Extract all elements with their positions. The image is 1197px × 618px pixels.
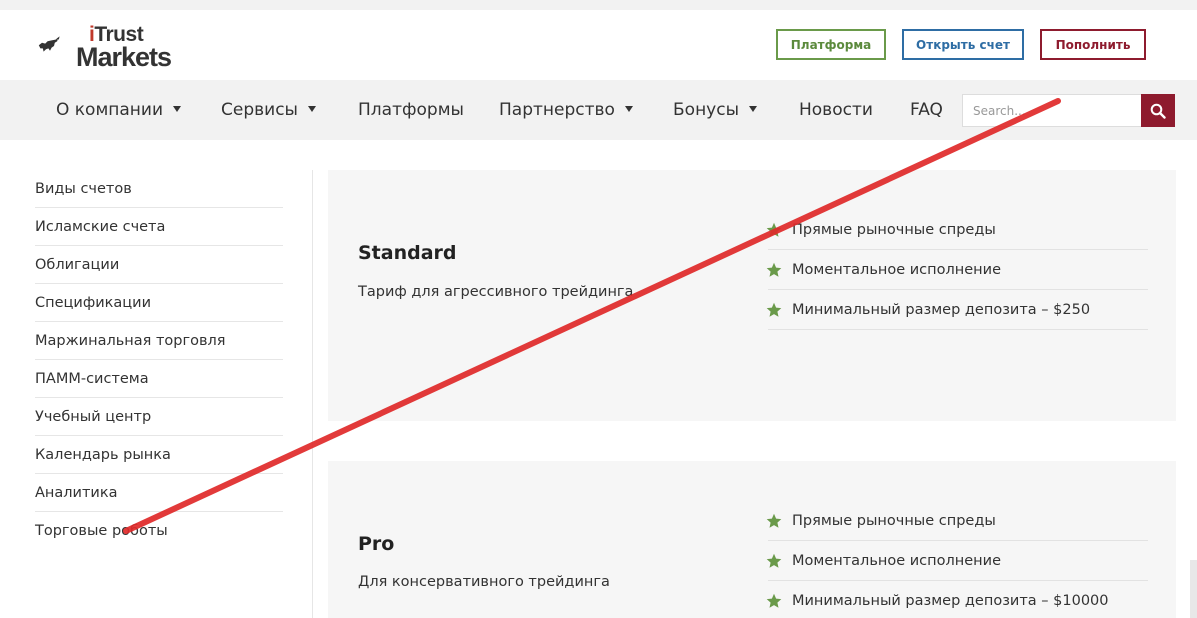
brand-logo[interactable]: iTrust Markets bbox=[38, 24, 188, 72]
feature-item: Моментальное исполнение bbox=[766, 250, 1148, 290]
top-strip bbox=[0, 0, 1197, 10]
search-icon bbox=[1150, 103, 1166, 119]
feature-item: Прямые рыночные спреды bbox=[766, 501, 1148, 541]
sidebar-item-education[interactable]: Учебный центр bbox=[35, 398, 283, 436]
star-icon bbox=[766, 222, 782, 237]
nav-item-label: Партнерство bbox=[499, 100, 615, 120]
star-icon bbox=[766, 553, 782, 568]
feature-label: Прямые рыночные спреды bbox=[792, 221, 996, 238]
nav-item-news[interactable]: Новости bbox=[799, 80, 873, 140]
nav-item-label: Платформы bbox=[358, 100, 464, 120]
feature-item: Минимальный размер депозита – $10000 bbox=[766, 581, 1148, 618]
sidebar-item-analytics[interactable]: Аналитика bbox=[35, 474, 283, 512]
feature-item: Минимальный размер депозита – $250 bbox=[766, 290, 1148, 330]
caret-down-icon bbox=[307, 106, 316, 112]
sidebar-menu: Виды счетов Исламские счета Облигации Сп… bbox=[35, 170, 283, 550]
nav-item-label: Бонусы bbox=[673, 100, 740, 120]
sidebar-item-account-types[interactable]: Виды счетов bbox=[35, 170, 283, 208]
nav-item-label: Новости bbox=[799, 100, 873, 120]
account-subtitle: Тариф для агрессивного трейдинга bbox=[358, 284, 634, 300]
star-icon bbox=[766, 262, 782, 277]
star-icon bbox=[766, 513, 782, 528]
feature-label: Минимальный размер депозита – $10000 bbox=[792, 592, 1109, 609]
scroll-edge bbox=[1190, 560, 1197, 618]
nav-item-label: FAQ bbox=[910, 100, 943, 120]
nav-item-partnership[interactable]: Партнерство bbox=[499, 80, 633, 140]
feature-label: Моментальное исполнение bbox=[792, 552, 1001, 569]
sidebar-item-specifications[interactable]: Спецификации bbox=[35, 284, 283, 322]
nav-item-faq[interactable]: FAQ bbox=[910, 80, 943, 140]
nav-item-about[interactable]: О компании bbox=[56, 80, 182, 140]
star-icon bbox=[766, 593, 782, 608]
feature-label: Минимальный размер депозита – $250 bbox=[792, 301, 1091, 318]
feature-item: Прямые рыночные спреды bbox=[766, 210, 1148, 250]
feature-label: Прямые рыночные спреды bbox=[792, 512, 996, 529]
nav-item-label: Сервисы bbox=[221, 100, 298, 120]
caret-down-icon bbox=[173, 106, 182, 112]
account-card-pro: Pro Для консервативного трейдинга Прямые… bbox=[328, 461, 1176, 618]
feature-label: Моментальное исполнение bbox=[792, 261, 1001, 278]
account-title: Standard bbox=[358, 242, 457, 264]
nav-item-label: О компании bbox=[56, 100, 164, 120]
account-title: Pro bbox=[358, 533, 395, 555]
divider bbox=[312, 170, 313, 618]
nav-item-services[interactable]: Сервисы bbox=[221, 80, 316, 140]
logo-markets: Markets bbox=[76, 42, 172, 72]
open-account-button[interactable]: Открыть счет bbox=[902, 29, 1024, 60]
feature-list: Прямые рыночные спреды Моментальное испо… bbox=[766, 210, 1148, 330]
account-subtitle: Для консервативного трейдинга bbox=[358, 574, 610, 590]
sidebar-item-robots[interactable]: Торговые роботы bbox=[35, 512, 283, 550]
nav-item-platforms[interactable]: Платформы bbox=[358, 80, 464, 140]
account-card-standard: Standard Тариф для агрессивного трейдинг… bbox=[328, 170, 1176, 421]
fund-button[interactable]: Пополнить bbox=[1040, 29, 1146, 60]
caret-down-icon bbox=[624, 106, 633, 112]
search-button[interactable] bbox=[1141, 94, 1175, 127]
caret-down-icon bbox=[749, 106, 758, 112]
sidebar-item-bonds[interactable]: Облигации bbox=[35, 246, 283, 284]
feature-list: Прямые рыночные спреды Моментальное испо… bbox=[766, 501, 1148, 618]
sidebar-item-pamm[interactable]: ПАММ-система bbox=[35, 360, 283, 398]
platform-button[interactable]: Платформа bbox=[776, 29, 886, 60]
star-icon bbox=[766, 302, 782, 317]
sidebar-item-islamic-accounts[interactable]: Исламские счета bbox=[35, 208, 283, 246]
site-header: iTrust Markets Платформа Открыть счет По… bbox=[0, 10, 1197, 80]
sidebar-item-margin-trading[interactable]: Маржинальная торговля bbox=[35, 322, 283, 360]
sidebar-item-calendar[interactable]: Календарь рынка bbox=[35, 436, 283, 474]
feature-item: Моментальное исполнение bbox=[766, 541, 1148, 581]
nav-item-bonuses[interactable]: Бонусы bbox=[673, 80, 758, 140]
search-input[interactable]: Search... bbox=[962, 94, 1142, 127]
